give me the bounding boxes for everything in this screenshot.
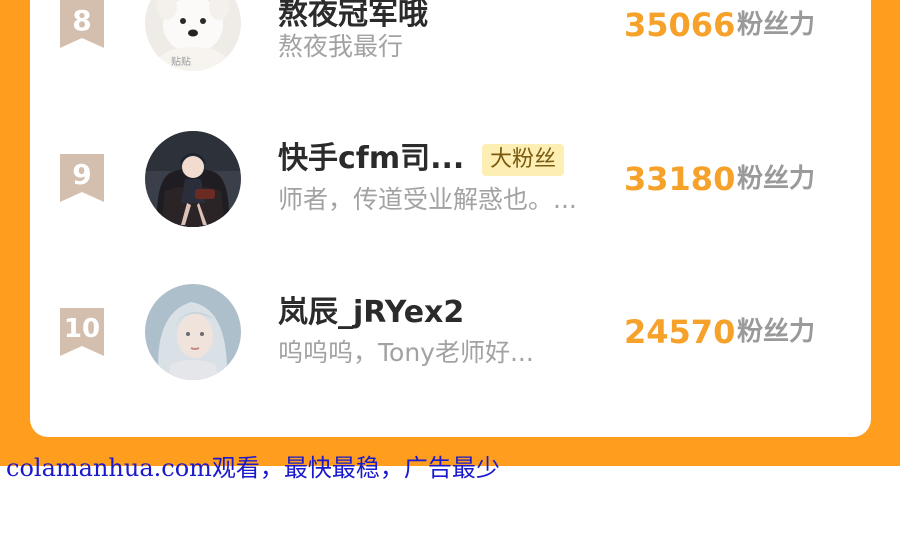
rank-number: 8 bbox=[72, 4, 92, 37]
user-name[interactable]: 岚辰_jRYex2 bbox=[278, 295, 464, 331]
user-bio: 呜呜呜，Tony老师好... bbox=[278, 338, 534, 367]
rank-number: 10 bbox=[63, 314, 101, 344]
fan-power-score: 24570 bbox=[624, 313, 736, 351]
avatar[interactable]: 贴贴 bbox=[145, 0, 241, 71]
fan-power-label: 粉丝力 bbox=[737, 317, 816, 347]
user-bio: 熬夜我最行 bbox=[278, 32, 404, 61]
rank-badge: 9 bbox=[60, 154, 104, 202]
fan-power-label: 粉丝力 bbox=[737, 10, 816, 40]
rank-badge: 8 bbox=[60, 0, 104, 48]
avatar[interactable] bbox=[145, 131, 241, 227]
fan-power-score: 35066 bbox=[624, 6, 736, 44]
leaderboard-row[interactable]: 8 贴贴 熬夜冠军哦 熬夜我最行 35066 粉丝力 bbox=[30, 0, 871, 73]
fan-power-label: 粉丝力 bbox=[737, 164, 816, 194]
avatar-caption: 贴贴 bbox=[171, 57, 191, 68]
leaderboard-row[interactable]: 9 快手cfm司... 大粉丝 师者，传道受业解惑也。... 33180 粉丝力 bbox=[30, 128, 871, 228]
fan-power-score: 33180 bbox=[624, 160, 736, 198]
rank-badge: 10 bbox=[60, 308, 104, 356]
big-fan-badge: 大粉丝 bbox=[482, 144, 565, 176]
site-watermark: colamanhua.com观看，最快最稳，广告最少 bbox=[6, 454, 500, 482]
leaderboard-card: 8 贴贴 熬夜冠军哦 熬夜我最行 35066 粉丝力 9 快手cfm司... 大… bbox=[30, 0, 871, 437]
rank-number: 9 bbox=[72, 158, 92, 191]
avatar[interactable] bbox=[145, 284, 241, 380]
user-name[interactable]: 熬夜冠军哦 bbox=[278, 0, 428, 33]
user-name[interactable]: 快手cfm司... bbox=[278, 141, 464, 177]
user-bio: 师者，传道受业解惑也。... bbox=[278, 185, 577, 214]
leaderboard-row[interactable]: 10 岚辰_jRYex2 呜呜呜，Tony老师好... 24570 粉丝力 bbox=[30, 282, 871, 382]
